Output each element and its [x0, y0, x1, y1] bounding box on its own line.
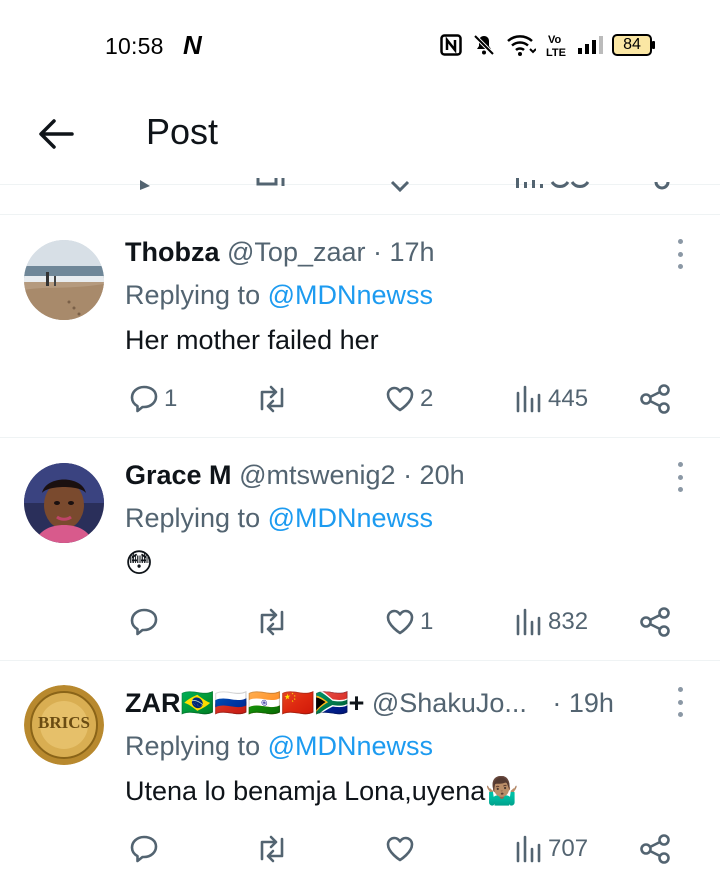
- signal-icon: [578, 36, 603, 54]
- more-options-button[interactable]: [666, 687, 694, 717]
- replying-to-line: Replying to @MDNnewss: [125, 278, 433, 312]
- back-button[interactable]: [32, 110, 80, 158]
- reply-header: ZAR🇧🇷🇷🇺🇮🇳🇨🇳🇿🇦+ @ShakuJo... · 19h: [125, 686, 614, 720]
- repost-icon: [260, 385, 284, 413]
- reply-text: Utena lo benamja Lona,uyena🤷🏽‍♂️: [125, 776, 519, 806]
- status-time: 10:58: [105, 33, 164, 59]
- views-button[interactable]: 445: [514, 379, 588, 419]
- like-button[interactable]: [384, 829, 420, 869]
- like-count: 2: [420, 385, 434, 412]
- avatar-text: BRICS: [38, 713, 90, 732]
- avatar[interactable]: [24, 240, 104, 320]
- display-name[interactable]: Thobza: [125, 237, 220, 267]
- replying-to-line: Replying to @MDNnewss: [125, 501, 433, 535]
- view-count: 445: [548, 385, 589, 412]
- views-icon: [516, 385, 541, 413]
- heart-icon: [386, 609, 414, 635]
- reply-post[interactable]: Thobza @Top_zaar · 17h Replying to @MDNn…: [0, 215, 720, 438]
- previous-post-actions: [0, 170, 720, 194]
- share-icon: [640, 384, 670, 414]
- repost-button[interactable]: [254, 602, 294, 642]
- views-button[interactable]: 832: [514, 602, 588, 642]
- nfc-icon: [440, 34, 462, 56]
- back-arrow-icon: [39, 119, 74, 149]
- share-icon: [640, 607, 670, 637]
- like-count: 1: [420, 608, 434, 635]
- replying-to-prefix: Replying to: [125, 503, 261, 533]
- views-icon: [516, 608, 541, 636]
- comment-icon: [130, 608, 158, 636]
- share-button[interactable]: [638, 602, 672, 642]
- replying-to-prefix: Replying to: [125, 280, 261, 310]
- svg-text:Vo: Vo: [548, 34, 562, 46]
- status-icons: Vo LTE: [440, 30, 604, 60]
- reply-post[interactable]: Grace M @mtswenig2 · 20h Replying to @MD…: [0, 438, 720, 661]
- more-options-button[interactable]: [666, 462, 694, 492]
- replying-to-mention[interactable]: @MDNnewss: [268, 280, 433, 310]
- reply-header: Grace M @mtswenig2 · 20h: [125, 458, 465, 492]
- heart-icon: [386, 386, 414, 412]
- page-title: Post: [146, 111, 219, 152]
- display-name[interactable]: Grace M: [125, 460, 232, 490]
- replying-to-mention[interactable]: @MDNnewss: [268, 503, 433, 533]
- repost-icon: [260, 608, 284, 636]
- heart-icon: [386, 836, 414, 862]
- like-button[interactable]: 1: [384, 602, 433, 642]
- avatar[interactable]: [24, 463, 104, 543]
- share-button[interactable]: [638, 379, 672, 419]
- battery-level: 84: [623, 36, 641, 53]
- reply-text: 😳: [125, 548, 154, 578]
- view-count: 832: [548, 608, 589, 635]
- reply-count: 1: [164, 385, 178, 412]
- wifi-icon: [507, 35, 536, 56]
- user-handle[interactable]: @Top_zaar: [227, 237, 365, 267]
- mute-icon: [473, 34, 495, 56]
- action-bar: 1 832: [0, 602, 720, 642]
- post-time: · 17h: [373, 237, 435, 267]
- replying-to-line: Replying to @MDNnewss: [125, 729, 433, 763]
- replying-to-prefix: Replying to: [125, 731, 261, 761]
- action-bar: 1 2 445: [0, 379, 720, 419]
- repost-icon: [260, 835, 284, 863]
- action-bar: 707: [0, 829, 720, 869]
- reply-button[interactable]: [128, 602, 164, 642]
- share-icon: [640, 834, 670, 864]
- user-handle[interactable]: @ShakuJo...: [372, 688, 527, 718]
- reply-header: Thobza @Top_zaar · 17h: [125, 235, 435, 269]
- display-name[interactable]: ZAR🇧🇷🇷🇺🇮🇳🇨🇳🇿🇦+: [125, 688, 364, 718]
- status-bar: 10:58 N Vo LTE 84: [0, 0, 720, 92]
- avatar[interactable]: BRICS: [24, 685, 104, 765]
- repost-button[interactable]: [254, 829, 294, 869]
- share-button[interactable]: [638, 829, 672, 869]
- post-time: · 19h: [552, 688, 614, 718]
- reply-button[interactable]: [128, 829, 164, 869]
- comment-icon: [130, 835, 158, 863]
- replying-to-mention[interactable]: @MDNnewss: [268, 731, 433, 761]
- like-button[interactable]: 2: [384, 379, 433, 419]
- view-count: 707: [548, 835, 589, 862]
- reply-text: Her mother failed her: [125, 325, 379, 355]
- reply-post[interactable]: BRICS ZAR🇧🇷🇷🇺🇮🇳🇨🇳🇿🇦+ @ShakuJo... · 19h R…: [0, 661, 720, 894]
- reply-button[interactable]: 1: [128, 379, 177, 419]
- more-options-button[interactable]: [666, 239, 694, 269]
- comment-icon: [130, 385, 158, 413]
- repost-button[interactable]: [254, 379, 294, 419]
- netflix-icon: N: [183, 30, 202, 60]
- user-handle[interactable]: @mtswenig2: [239, 460, 395, 490]
- battery-indicator: 84: [612, 34, 656, 56]
- post-time: · 20h: [403, 460, 465, 490]
- views-icon: [516, 835, 541, 863]
- svg-text:LTE: LTE: [546, 47, 566, 58]
- volte-icon: VoLTE: [546, 34, 566, 58]
- views-button[interactable]: 707: [514, 829, 588, 869]
